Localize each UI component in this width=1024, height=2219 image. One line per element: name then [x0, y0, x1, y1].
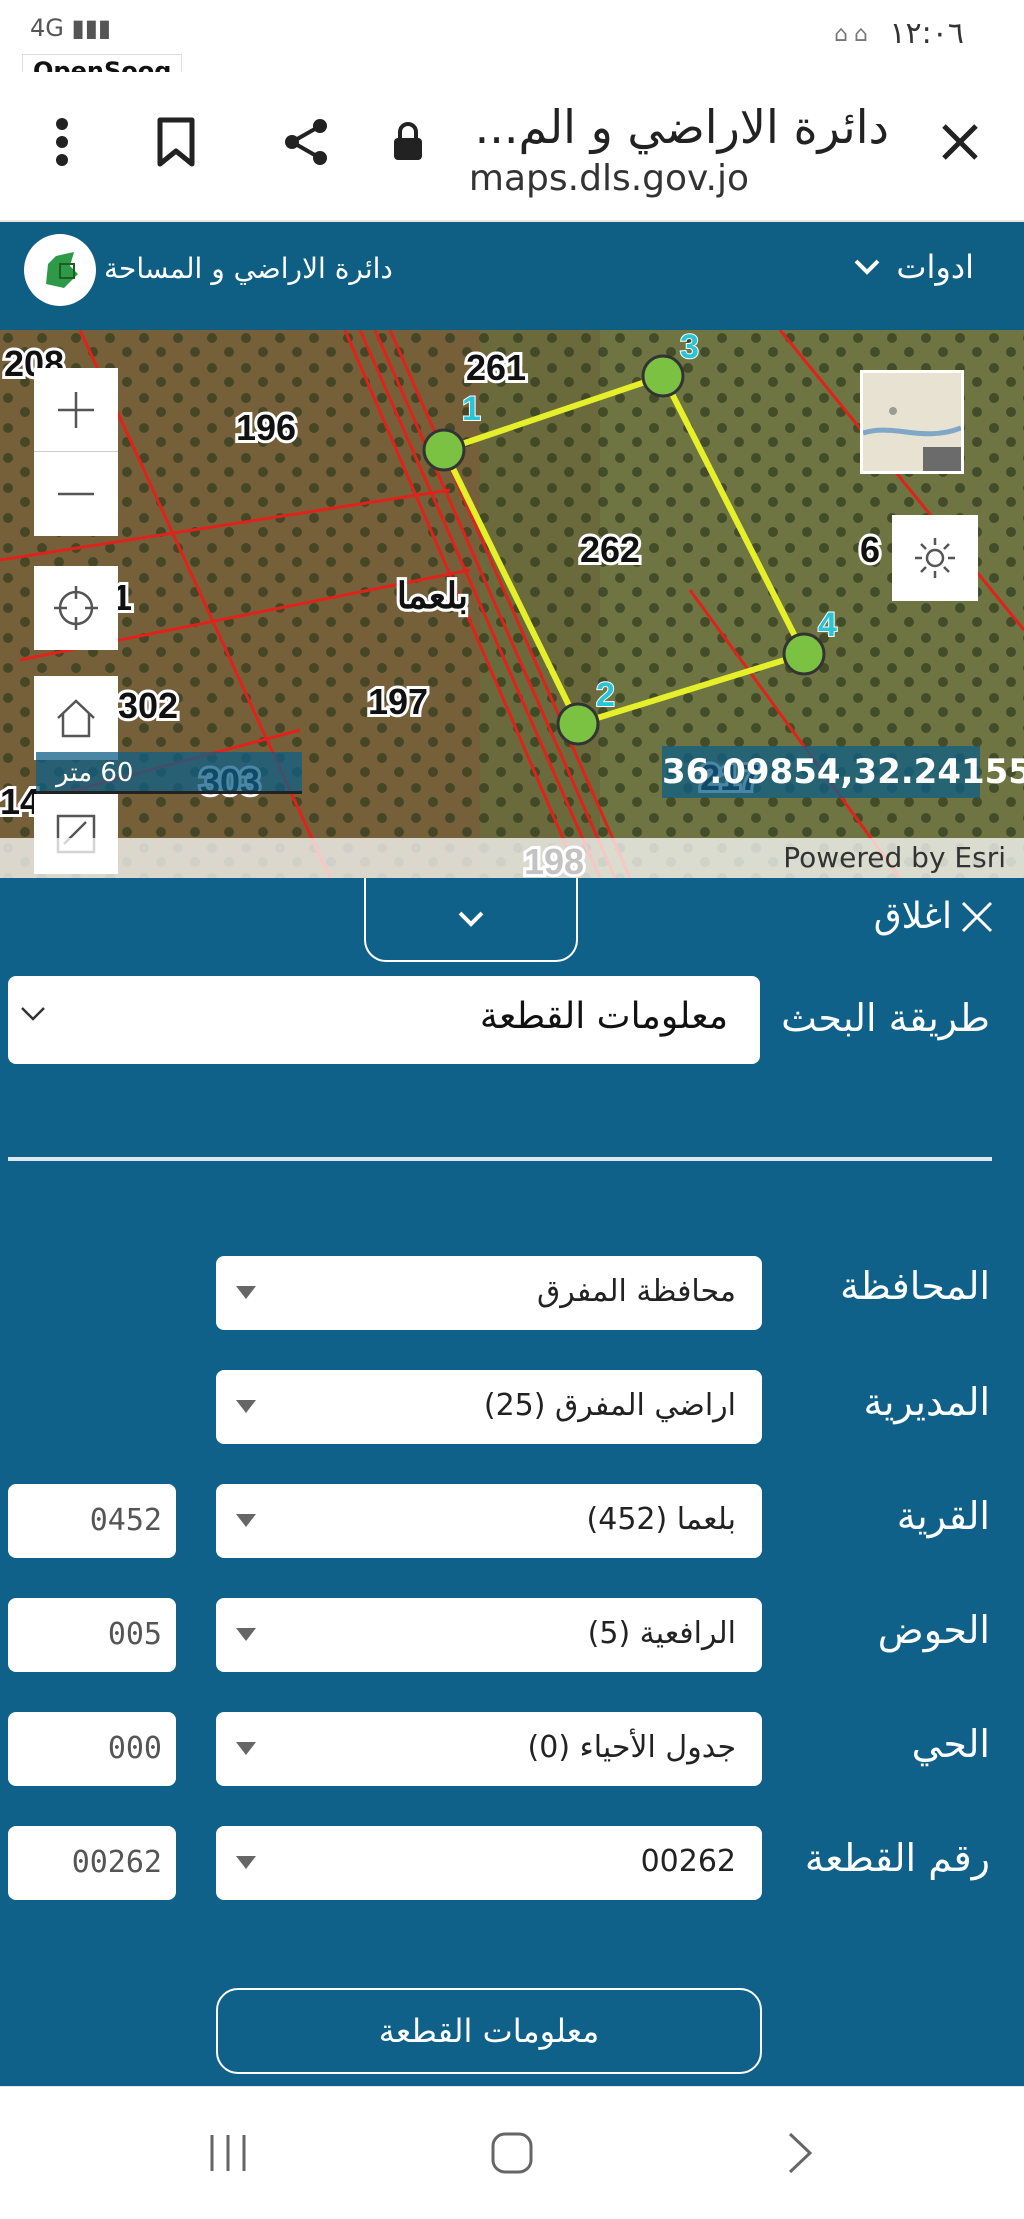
- coordinates-readout: 36.09854,32.24155: [662, 746, 1024, 798]
- basin-code-field[interactable]: 005: [8, 1598, 176, 1672]
- dropdown-arrow-icon: [236, 1742, 256, 1755]
- status-time: ١٢:٠٦: [889, 16, 964, 51]
- basemap-toggle-button[interactable]: [892, 515, 978, 601]
- search-method-select[interactable]: معلومات القطعة: [8, 976, 760, 1064]
- tools-menu[interactable]: ادوات: [854, 248, 974, 286]
- lock-icon: [378, 112, 438, 172]
- home-icon: [57, 699, 95, 738]
- collapse-panel-button[interactable]: [364, 878, 578, 962]
- close-panel-button[interactable]: اغلاق: [874, 896, 994, 937]
- parcel-label: 261: [466, 347, 526, 388]
- home-button[interactable]: [34, 676, 118, 760]
- vertex-label: 2: [596, 676, 615, 714]
- signal-icon: ▮▮▮: [71, 14, 112, 42]
- dropdown-arrow-icon: [236, 1514, 256, 1527]
- dropdown-arrow-icon: [236, 1856, 256, 1869]
- neighborhood-value: جدول الأحياء (0): [527, 1730, 736, 1765]
- map-scale: 60 متر: [36, 752, 302, 794]
- search-method-value: معلومات القطعة: [479, 996, 728, 1037]
- parcel-label: 197: [368, 681, 428, 722]
- chevron-right-icon: [788, 2132, 813, 2174]
- parcel-code-field[interactable]: 00262: [8, 1826, 176, 1900]
- chevron-down-icon: [854, 259, 880, 275]
- search-method-label: طريقة البحث: [781, 996, 990, 1040]
- signal-indicators: 4G ▮▮▮: [30, 14, 111, 42]
- parcel-label: 196: [236, 407, 296, 448]
- bookmark-icon[interactable]: [146, 112, 206, 172]
- more-icon[interactable]: [32, 112, 92, 172]
- parcel-select[interactable]: 00262: [216, 1826, 762, 1900]
- chevron-down-icon: [21, 1007, 45, 1021]
- parcel-info-button[interactable]: معلومات القطعة: [216, 1988, 762, 2074]
- vertex-label: 4: [818, 606, 837, 644]
- page-url[interactable]: maps.dls.gov.jo: [469, 158, 749, 199]
- recents-icon: [210, 2135, 246, 2171]
- app-title: دائرة الاراضي و المساحة: [104, 252, 393, 285]
- governorate-value: محافظة المفرق: [537, 1274, 736, 1309]
- close-icon: [961, 901, 993, 932]
- parcel-label: 262: [580, 529, 640, 570]
- tools-label: ادوات: [896, 248, 974, 286]
- home-square-icon: [491, 2132, 533, 2174]
- app-header: دائرة الاراضي و المساحة ادوات: [0, 222, 1024, 330]
- search-panel: اغلاق طريقة البحث معلومات القطعة المحافظ…: [0, 878, 1024, 2086]
- zoom-in-button[interactable]: [34, 368, 118, 452]
- home-nav-button[interactable]: [482, 2123, 542, 2183]
- village-select[interactable]: بلعما (452): [216, 1484, 762, 1558]
- parcel-label: رقم القطعة: [804, 1836, 990, 1880]
- system-nav-bar: [0, 2086, 1024, 2219]
- basin-select[interactable]: الرافعية (5): [216, 1598, 762, 1672]
- map-view[interactable]: 261 196 262 197 302 303 198 208 217 6 1 …: [0, 330, 1024, 878]
- notification-icons: ⌂⌂: [834, 22, 874, 47]
- village-code-field[interactable]: 0452: [8, 1484, 176, 1558]
- dropdown-arrow-icon: [236, 1286, 256, 1299]
- back-button[interactable]: [770, 2123, 830, 2183]
- status-bar: 4G ▮▮▮ OpenSooq ⌂⌂ ١٢:٠٦: [0, 0, 1024, 88]
- vertex-label: 3: [680, 330, 699, 366]
- browser-toolbar: دائرة الاراضي و الم... maps.dls.gov.jo: [0, 72, 1024, 222]
- parcel-value: 00262: [640, 1844, 736, 1879]
- divider: [8, 1157, 992, 1161]
- basemap-thumbnail[interactable]: [860, 370, 964, 474]
- zoom-out-button[interactable]: [34, 452, 118, 536]
- share-icon[interactable]: [276, 112, 336, 172]
- close-icon[interactable]: [930, 112, 990, 172]
- directorate-value: اراضي المفرق (25): [483, 1388, 736, 1423]
- village-label: بلعما: [397, 575, 468, 616]
- vertex-label: 1: [462, 390, 481, 428]
- neighborhood-label: الحي: [911, 1722, 990, 1766]
- dropdown-arrow-icon: [236, 1628, 256, 1641]
- neighborhood-select[interactable]: جدول الأحياء (0): [216, 1712, 762, 1786]
- basin-label: الحوض: [877, 1608, 990, 1652]
- plus-icon: [58, 391, 94, 428]
- page-title: دائرة الاراضي و الم...: [474, 100, 889, 154]
- chevron-down-icon: [458, 911, 484, 927]
- village-label: القرية: [896, 1494, 990, 1538]
- governorate-select[interactable]: محافظة المفرق: [216, 1256, 762, 1330]
- village-value: بلعما (452): [586, 1502, 736, 1537]
- directorate-select[interactable]: اراضي المفرق (25): [216, 1370, 762, 1444]
- network-type: 4G: [30, 14, 64, 42]
- parcel-label: 6: [860, 529, 880, 570]
- governorate-label: المحافظة: [840, 1264, 990, 1308]
- crosshair-icon: [54, 586, 98, 630]
- map-attribution: Powered by Esri: [0, 838, 1024, 878]
- neighborhood-code-field[interactable]: 000: [8, 1712, 176, 1786]
- recents-button[interactable]: [198, 2123, 258, 2183]
- close-label: اغلاق: [873, 896, 952, 937]
- jordan-map-logo: [24, 234, 96, 306]
- parcel-label: 302: [118, 685, 178, 726]
- directorate-label: المديرية: [863, 1380, 990, 1424]
- minus-icon: [58, 492, 94, 496]
- dropdown-arrow-icon: [236, 1400, 256, 1413]
- locate-button[interactable]: [34, 566, 118, 650]
- sun-icon: [915, 538, 955, 578]
- basin-value: الرافعية (5): [587, 1616, 736, 1651]
